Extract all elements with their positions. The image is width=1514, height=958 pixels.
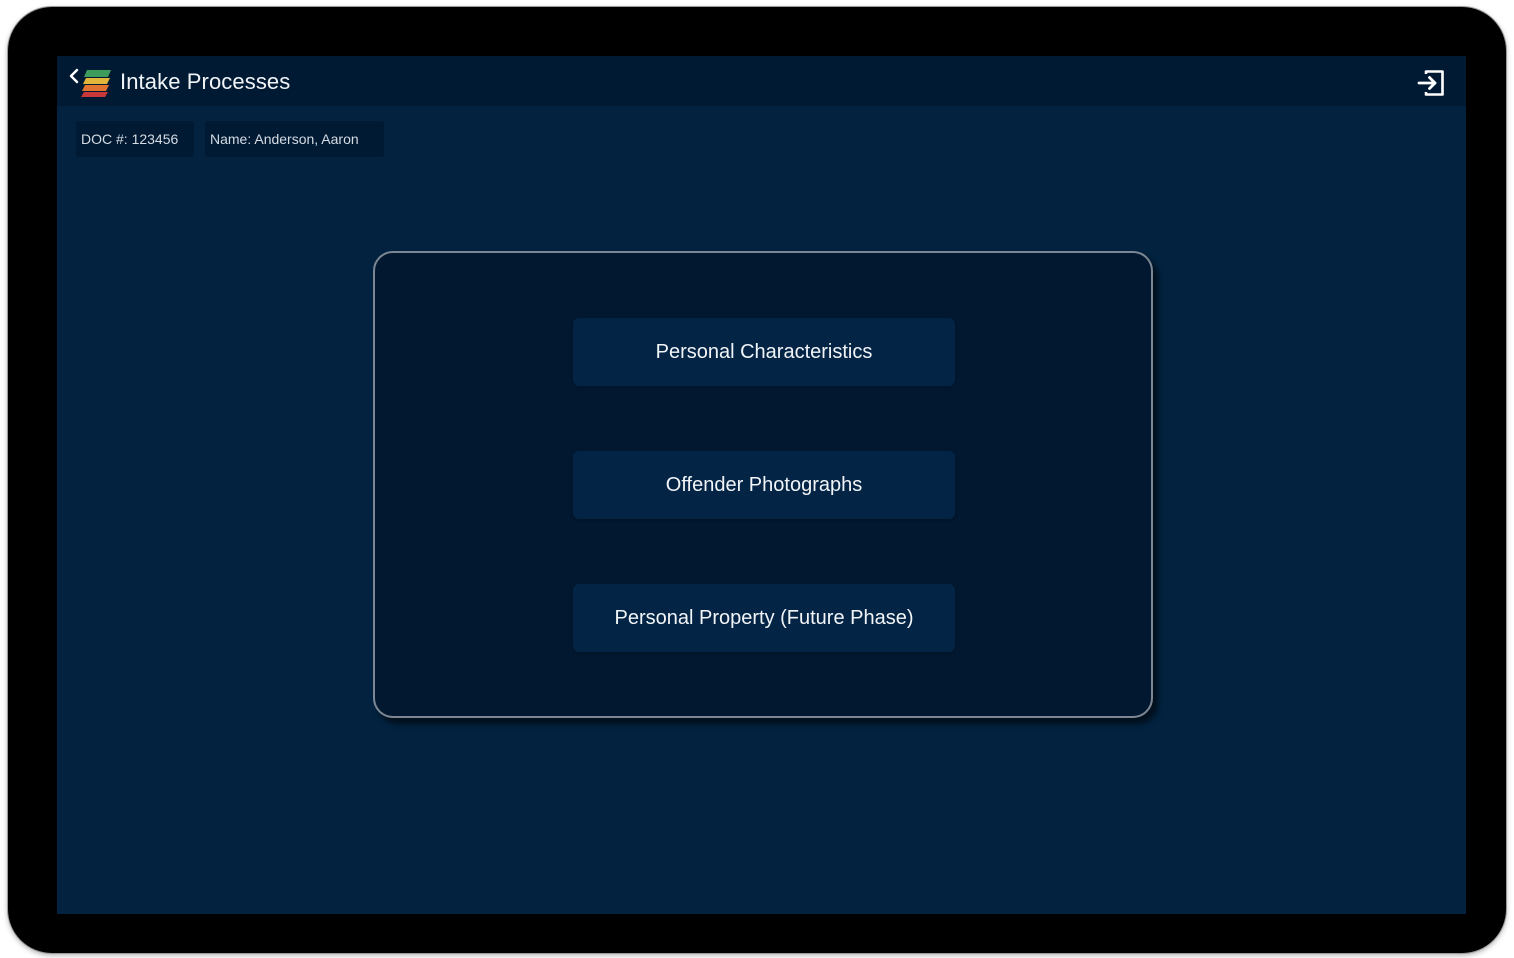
personal-characteristics-button[interactable]: Personal Characteristics [573,318,955,386]
app-screen: Intake Processes DOC #: 123456 Name: And… [57,56,1466,914]
logout-icon[interactable] [1416,68,1446,98]
chevron-left-icon[interactable] [67,68,81,84]
doc-number-badge: DOC #: 123456 [76,121,194,157]
app-logo-icon [81,70,111,97]
app-header: Intake Processes [57,56,1466,106]
tablet-frame: Intake Processes DOC #: 123456 Name: And… [8,7,1506,953]
personal-property-button[interactable]: Personal Property (Future Phase) [573,584,955,652]
intake-menu-panel: Personal Characteristics Offender Photog… [373,251,1153,718]
offender-photographs-button[interactable]: Offender Photographs [573,451,955,519]
page-title: Intake Processes [120,69,291,94]
offender-name-badge: Name: Anderson, Aaron [205,121,384,157]
